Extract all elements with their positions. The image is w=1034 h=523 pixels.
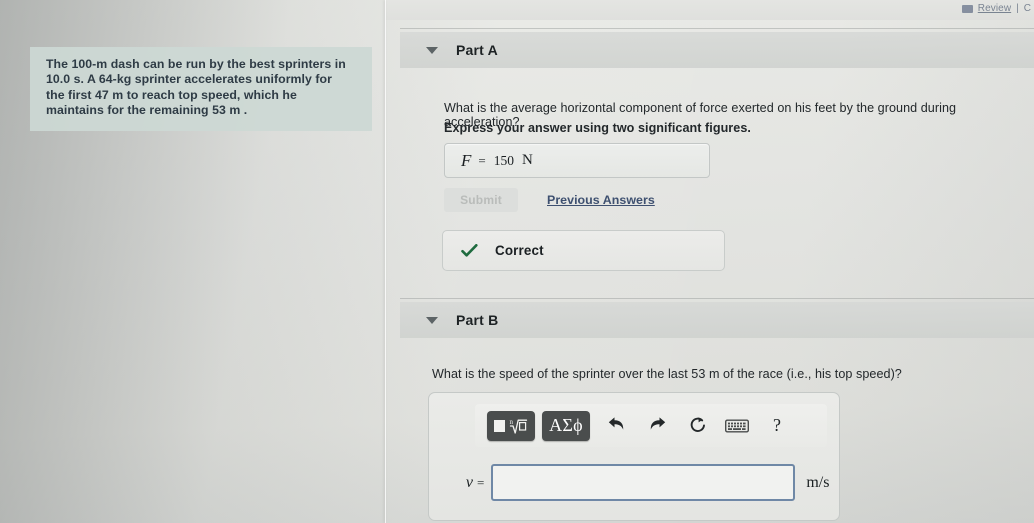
part-a-actions: Submit Previous Answers (444, 188, 655, 212)
part-b-answer-input[interactable] (491, 464, 796, 501)
nth-root-icon: n (510, 418, 528, 434)
chevron-down-icon[interactable] (426, 46, 438, 54)
problem-statement: The 100-m dash can be run by the best sp… (46, 57, 364, 119)
chevron-down-icon[interactable] (426, 316, 438, 324)
problem-line-2: 10.0 s. A 64-kg sprinter accelerates uni… (46, 72, 332, 87)
part-b-answer-variable: v (465, 473, 473, 491)
part-b-answer-unit: m/s (806, 473, 830, 491)
greek-symbols-button[interactable]: ΑΣϕ (542, 410, 590, 441)
part-a-top-rule (400, 28, 1034, 29)
keyboard-icon (725, 419, 749, 432)
part-a-feedback-label: Correct (495, 243, 544, 258)
question-content-column: Part A What is the average horizontal co… (386, 0, 1034, 523)
part-a-answer-unit: N (521, 152, 533, 168)
checkmark-icon (461, 243, 478, 258)
part-b-top-rule (400, 298, 1034, 299)
svg-text:n: n (510, 418, 514, 426)
part-a-answer-equals: = (478, 152, 486, 168)
math-toolbar: n ΑΣϕ ? (475, 404, 827, 447)
part-a-answer-field: F = 150 N (444, 143, 710, 178)
reset-circular-arrow-icon (690, 417, 705, 432)
keyboard-button[interactable] (722, 411, 752, 441)
part-b-header[interactable]: Part B (400, 302, 1034, 338)
part-b-question: What is the speed of the sprinter over t… (432, 367, 902, 381)
part-b-input-row: v = m/s (429, 455, 841, 510)
part-b-answer-panel: n ΑΣϕ ? v = m/s (428, 392, 840, 521)
redo-arrow-icon (650, 417, 665, 430)
part-a-instruction: Express your answer using two significan… (444, 121, 751, 135)
problem-line-3: the first 47 m to reach top speed, which… (46, 87, 297, 102)
undo-button[interactable] (601, 411, 631, 441)
math-template-button[interactable]: n (487, 410, 535, 441)
part-a-answer-value: 150 (493, 152, 514, 168)
previous-answers-link[interactable]: Previous Answers (547, 193, 655, 207)
part-a-feedback-banner: Correct (442, 230, 725, 271)
undo-arrow-icon (608, 417, 623, 430)
part-a-header[interactable]: Part A (400, 32, 1034, 68)
math-template-icon (494, 419, 505, 432)
problem-line-4: maintains for the remaining 53 m . (46, 103, 248, 118)
help-button[interactable]: ? (762, 411, 792, 441)
part-b-answer-equals: = (477, 474, 485, 490)
reset-button[interactable] (683, 411, 713, 441)
submit-button[interactable]: Submit (444, 188, 518, 212)
problem-line-1: The 100-m dash can be run by the best sp… (46, 57, 346, 71)
part-a-answer-variable: F (461, 150, 472, 170)
redo-button[interactable] (642, 411, 672, 441)
part-b-label: Part B (456, 312, 499, 328)
part-a-label: Part A (456, 42, 498, 58)
